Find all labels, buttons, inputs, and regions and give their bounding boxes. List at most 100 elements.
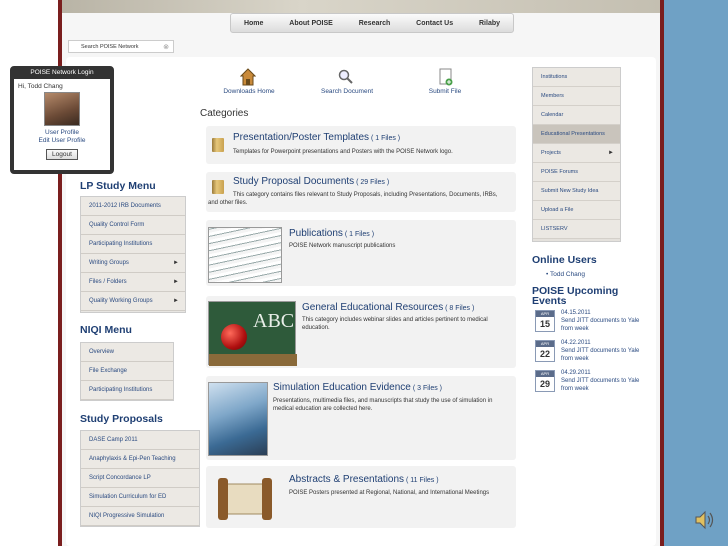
magnifier-icon[interactable] xyxy=(338,68,354,88)
arrow-right-icon: ► xyxy=(173,260,179,266)
niqi-menu-item[interactable]: File Exchange xyxy=(81,362,173,381)
right-menu-item[interactable]: Upload a File xyxy=(533,201,620,220)
category-heading[interactable]: Study Proposal Documents ( 29 Files ) xyxy=(233,176,389,187)
study-proposal-item[interactable]: Anaphylaxis & Epi-Pen Teaching xyxy=(81,450,199,469)
right-menu-item-label: Members xyxy=(541,93,564,99)
lp-menu-item-label: Quality Control Form xyxy=(89,222,145,228)
category-title[interactable]: Abstracts & Presentations xyxy=(289,474,404,485)
simulation-thumbnail xyxy=(208,382,268,456)
online-user[interactable]: • Todd Chang xyxy=(546,271,585,278)
lp-menu-title: LP Study Menu xyxy=(80,180,156,192)
category-description: POISE Posters presented at Regional, Nat… xyxy=(289,490,490,496)
category-heading[interactable]: Publications ( 1 Files ) xyxy=(289,228,374,239)
search-box[interactable]: Search POISE Network ⊗ xyxy=(68,40,174,53)
study-proposals-menu: DASE Camp 2011 Anaphylaxis & Epi-Pen Tea… xyxy=(80,430,200,527)
right-menu-item[interactable]: Educational Presentations xyxy=(533,125,620,144)
category-title[interactable]: Publications xyxy=(289,228,343,239)
category-description: Presentations, multimedia files, and man… xyxy=(273,398,493,412)
right-menu-item[interactable]: Institutions xyxy=(533,68,620,87)
right-menu-item-label: LISTSERV xyxy=(541,226,568,232)
lp-menu-item[interactable]: Writing Groups ► xyxy=(81,254,185,273)
desk xyxy=(209,354,297,366)
scroll-thumbnail xyxy=(212,474,278,524)
right-menu-item[interactable]: Calendar xyxy=(533,106,620,125)
arrow-right-icon: ► xyxy=(173,279,179,285)
chalkboard-text: ABC xyxy=(253,310,295,332)
right-menu-item[interactable]: LISTSERV xyxy=(533,220,620,239)
study-proposal-item[interactable]: NIQI Progressive Simulation xyxy=(81,507,199,526)
category-count: ( 1 Files ) xyxy=(370,135,401,142)
right-menu-item[interactable]: Submit New Study Idea xyxy=(533,182,620,201)
right-menu-item[interactable]: Projects ► xyxy=(533,144,620,163)
study-proposal-item[interactable]: Simulation Curriculum for ED xyxy=(81,488,199,507)
submit-file-link[interactable]: Submit File xyxy=(410,88,480,95)
category-description: This category contains files relevant to… xyxy=(208,192,498,206)
user-profile-link[interactable]: User Profile xyxy=(16,129,108,136)
categories-heading: Categories xyxy=(200,108,249,119)
category-count: ( 3 Files ) xyxy=(412,385,442,392)
right-menu-item-label: Projects xyxy=(541,150,561,156)
nav-home[interactable]: Home xyxy=(244,20,263,27)
category-title[interactable]: Study Proposal Documents xyxy=(233,176,354,187)
search-input[interactable]: Search POISE Network xyxy=(81,44,138,50)
event-item[interactable]: 04.29.2011 Send JITT documents to Yale fr… xyxy=(561,369,641,393)
study-proposal-item[interactable]: Script Concordance LP xyxy=(81,469,199,488)
category-title[interactable]: Presentation/Poster Templates xyxy=(233,132,369,143)
calendar-icon: APR 22 xyxy=(535,340,555,362)
right-menu-item-label: Upload a File xyxy=(541,207,574,213)
lp-menu-item[interactable]: Quality Control Form xyxy=(81,216,185,235)
folder-icon xyxy=(212,138,224,152)
event-text[interactable]: Send JITT documents to Yale from week xyxy=(561,377,641,393)
category-heading[interactable]: Simulation Education Evidence ( 3 Files … xyxy=(273,382,442,393)
clear-search-icon[interactable]: ⊗ xyxy=(163,43,169,51)
home-icon[interactable] xyxy=(239,68,257,88)
category-count: ( 11 Files ) xyxy=(406,477,439,484)
arrow-right-icon: ► xyxy=(608,150,614,156)
event-item[interactable]: 04.15.2011 Send JITT documents to Yale fr… xyxy=(561,309,641,333)
lp-menu-item[interactable]: Participating Institutions xyxy=(81,235,185,254)
right-menu-item[interactable]: POISE Forums xyxy=(533,163,620,182)
nav-about[interactable]: About POISE xyxy=(289,20,333,27)
category-heading[interactable]: Presentation/Poster Templates ( 1 Files … xyxy=(233,132,400,143)
header-banner xyxy=(62,0,660,13)
arrow-right-icon: ► xyxy=(173,298,179,304)
upload-file-icon[interactable] xyxy=(438,68,454,88)
event-date: 04.15.2011 xyxy=(561,310,591,316)
right-menu-item-label: Submit New Study Idea xyxy=(541,188,599,194)
online-users-title: Online Users xyxy=(532,254,597,266)
category-count: ( 8 Files ) xyxy=(445,305,475,312)
nav-research[interactable]: Research xyxy=(359,20,391,27)
category-heading[interactable]: Abstracts & Presentations ( 11 Files ) xyxy=(289,474,439,485)
event-item[interactable]: 04.22.2011 Send JITT documents to Yale fr… xyxy=(561,339,641,363)
event-date: 04.22.2011 xyxy=(561,340,591,346)
niqi-menu-item[interactable]: Participating Institutions xyxy=(81,381,173,400)
online-user-name[interactable]: Todd Chang xyxy=(550,271,585,278)
lp-menu-item-label: 2011-2012 IRB Documents xyxy=(89,203,161,209)
edit-profile-link[interactable]: Edit User Profile xyxy=(16,137,108,144)
niqi-menu-title: NIQI Menu xyxy=(80,324,132,336)
avatar xyxy=(44,92,80,126)
calendar-icon: APR 15 xyxy=(535,310,555,332)
downloads-home-link[interactable]: Downloads Home xyxy=(214,88,284,95)
category-title[interactable]: Simulation Education Evidence xyxy=(273,382,411,393)
nav-rilaby[interactable]: Rilaby xyxy=(479,20,500,27)
nav-contact[interactable]: Contact Us xyxy=(416,20,453,27)
right-menu-item[interactable]: Members xyxy=(533,87,620,106)
search-document-link[interactable]: Search Document xyxy=(312,88,382,95)
lp-menu-item[interactable]: 2011-2012 IRB Documents xyxy=(81,197,185,216)
logout-button[interactable]: Logout xyxy=(46,149,78,160)
niqi-menu-item[interactable]: Overview xyxy=(81,343,173,362)
category-heading[interactable]: General Educational Resources ( 8 Files … xyxy=(302,302,474,313)
lp-menu-item-label: Writing Groups xyxy=(89,260,129,266)
speaker-icon[interactable] xyxy=(694,510,716,532)
lp-menu-item[interactable]: Quality Working Groups ► xyxy=(81,292,185,311)
events-title: POISE Upcoming Events xyxy=(532,285,619,307)
study-proposal-item[interactable]: DASE Camp 2011 xyxy=(81,431,199,450)
event-text[interactable]: Send JITT documents to Yale from week xyxy=(561,347,641,363)
right-menu-item-label: Educational Presentations xyxy=(541,131,605,137)
category-title[interactable]: General Educational Resources xyxy=(302,302,443,313)
lp-menu-item-label: Participating Institutions xyxy=(89,241,153,247)
publication-thumbnail xyxy=(208,227,282,283)
event-text[interactable]: Send JITT documents to Yale from week xyxy=(561,317,641,333)
lp-menu-item[interactable]: Files / Folders ► xyxy=(81,273,185,292)
